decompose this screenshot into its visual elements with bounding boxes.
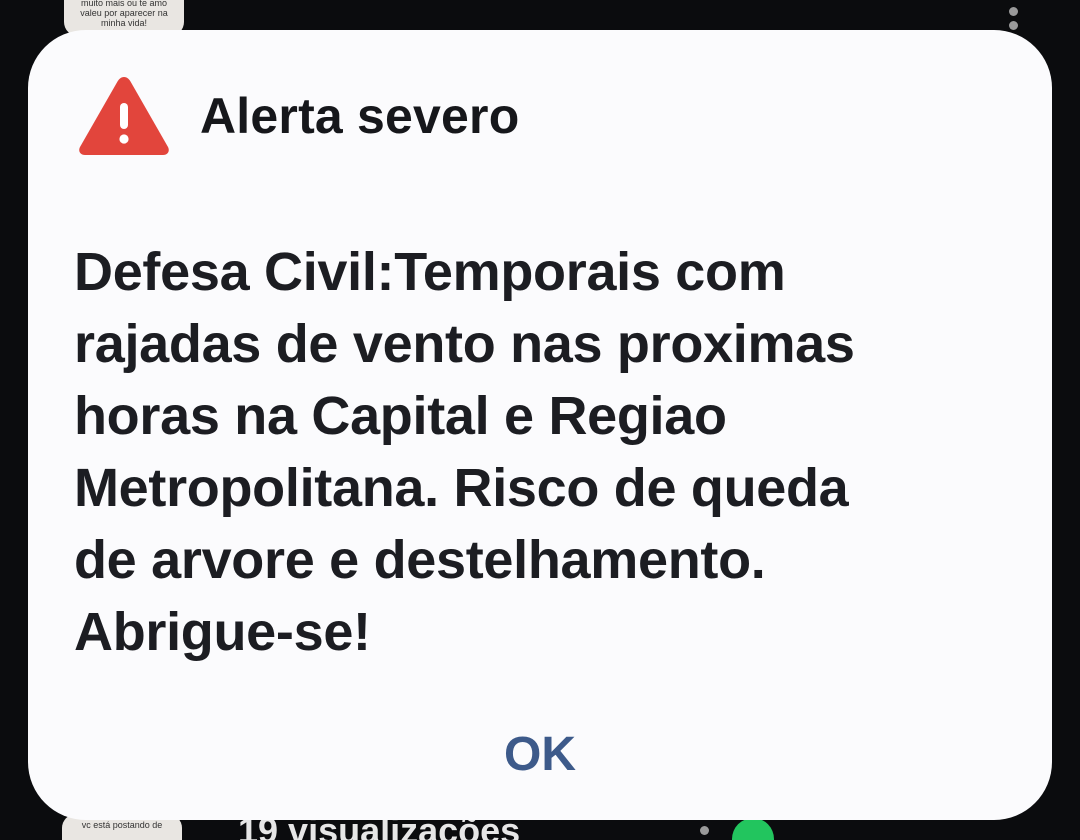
thumbnail-text-line: minha vida! xyxy=(100,18,148,28)
alert-message: Defesa Civil:Temporais com rajadas de ve… xyxy=(74,242,855,662)
separator-dot xyxy=(700,826,709,835)
thumbnail-text-line: muito mais ou te amo xyxy=(80,0,168,8)
warning-triangle-icon xyxy=(79,77,169,155)
screen: muito mais ou te amo valeu por aparecer … xyxy=(0,0,1080,840)
thumbnail-text-line: vc está postando de xyxy=(81,820,163,830)
dialog-header: Alerta severo xyxy=(76,72,519,160)
thumbnail-text-line: valeu por aparecer na xyxy=(80,8,168,18)
ok-button[interactable]: OK xyxy=(440,710,640,798)
dialog-title: Alerta severo xyxy=(200,88,520,144)
severe-alert-dialog: Alerta severo Defesa Civil:Temporais com… xyxy=(28,30,1052,820)
online-status-icon xyxy=(732,818,774,840)
